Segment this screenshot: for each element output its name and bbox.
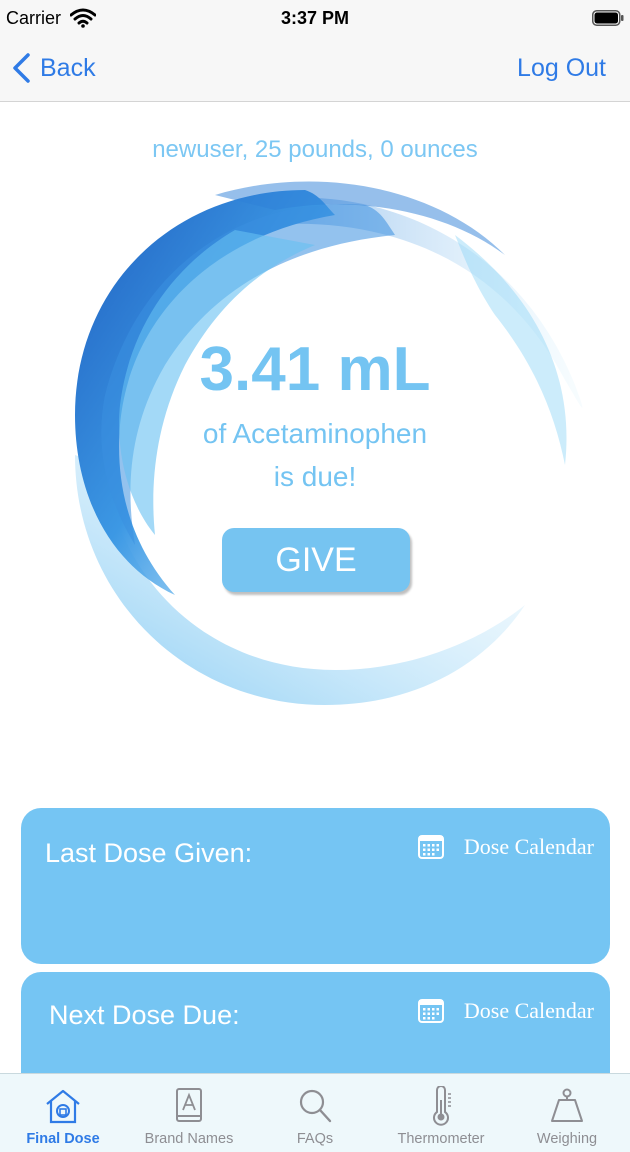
chevron-left-icon	[13, 53, 30, 83]
book-icon	[176, 1088, 202, 1122]
search-icon	[299, 1089, 332, 1123]
dose-calendar-label: Dose Calendar	[463, 998, 594, 1023]
scale-icon	[551, 1088, 583, 1122]
back-label: Back	[40, 53, 96, 82]
back-button[interactable]: Back	[10, 52, 96, 84]
logout-button[interactable]: Log Out	[517, 54, 606, 83]
last-dose-title: Last Dose Given:	[45, 838, 253, 868]
navigation-bar: Back Log Out	[0, 40, 630, 102]
dose-calendar-label: Dose Calendar	[463, 834, 594, 859]
tab-label: FAQs	[296, 1131, 334, 1147]
calendar-icon	[417, 999, 444, 1023]
tab-bar: Final Dose Brand Names FAQs Thermometer	[0, 1073, 630, 1152]
last-dose-calendar-button[interactable]: Dose Calendar	[417, 834, 594, 860]
dose-amount: 3.41 mL	[199, 335, 431, 404]
tab-label: Weighing	[536, 1131, 598, 1147]
next-dose-calendar-button[interactable]: Dose Calendar	[417, 998, 594, 1024]
tab-label: Final Dose	[26, 1131, 100, 1147]
house-icon	[46, 1089, 80, 1124]
tab-weighing[interactable]: Weighing	[504, 1074, 630, 1152]
tab-label: Brand Names	[144, 1131, 234, 1147]
last-dose-card: Last Dose Given: Dose Calendar	[21, 808, 610, 964]
status-bar: Carrier 3:37 PM	[0, 0, 630, 40]
tab-brand-names[interactable]: Brand Names	[126, 1074, 252, 1152]
tab-faqs[interactable]: FAQs	[252, 1074, 378, 1152]
tab-label: Thermometer	[397, 1131, 485, 1147]
battery-icon	[592, 10, 624, 26]
give-button[interactable]: GIVE	[222, 528, 410, 592]
user-info-label: newuser, 25 pounds, 0 ounces	[152, 136, 478, 163]
status-time: 3:37 PM	[280, 8, 350, 28]
dose-due-label: is due!	[273, 461, 357, 492]
next-dose-title: Next Dose Due:	[49, 1000, 240, 1030]
tab-final-dose[interactable]: Final Dose	[0, 1074, 126, 1152]
thermometer-icon	[433, 1086, 451, 1126]
dose-medication-label: of Acetaminophen	[202, 418, 428, 449]
tab-thermometer[interactable]: Thermometer	[378, 1074, 504, 1152]
calendar-icon	[417, 835, 444, 859]
